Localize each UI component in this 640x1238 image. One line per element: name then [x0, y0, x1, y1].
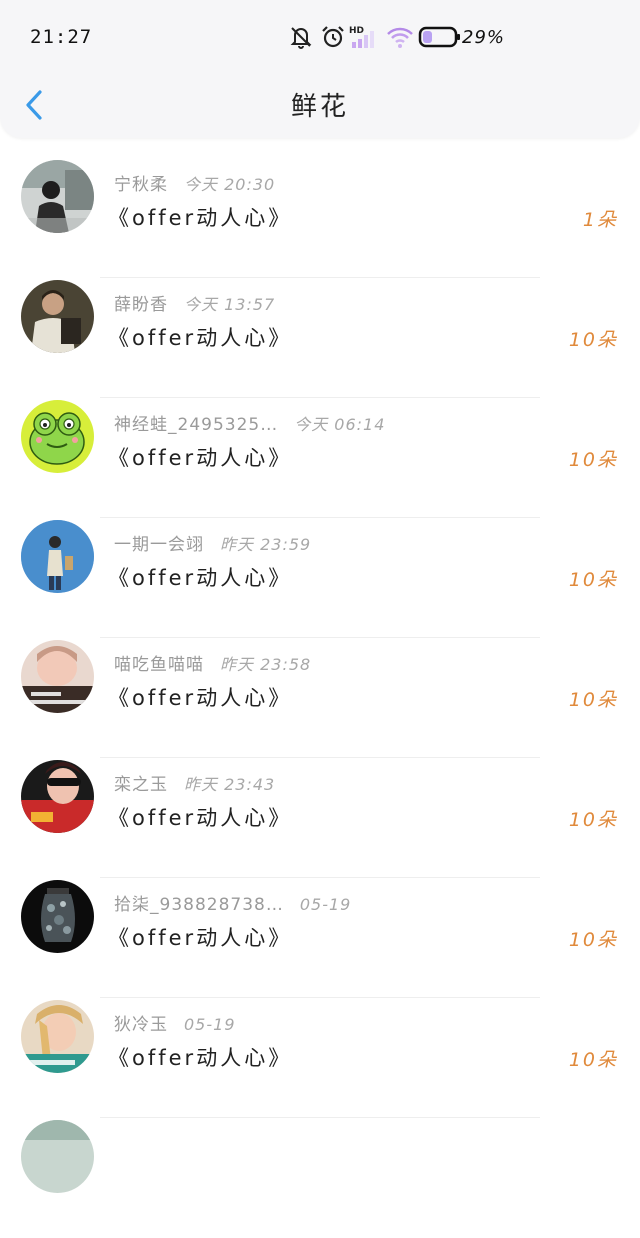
status-time: 21:27	[30, 26, 93, 48]
flower-count: 1朵	[582, 209, 618, 231]
gift-row[interactable]: 宁秋柔 今天 20:30 《offer动人心》 1朵	[0, 158, 640, 278]
gift-row[interactable]: 狄冷玉 05-19 《offer动人心》 10朵	[0, 998, 640, 1118]
sender-name: 拾柒_938828738…	[114, 895, 284, 915]
gift-time: 昨天 23:58	[220, 655, 312, 674]
gift-time: 昨天 23:43	[184, 775, 276, 794]
work-title: 《offer动人心》	[108, 1046, 293, 1070]
sender-name: 一期一会翊	[114, 535, 204, 555]
avatar[interactable]	[21, 640, 94, 713]
avatar[interactable]	[21, 160, 94, 233]
gift-meta: 宁秋柔 今天 20:30	[114, 170, 275, 195]
gift-time: 昨天 23:59	[220, 535, 312, 554]
gift-meta: 拾柒_938828738… 05-19	[114, 890, 351, 915]
gift-meta: 喵吃鱼喵喵 昨天 23:58	[114, 650, 311, 675]
flower-count: 10朵	[568, 1049, 618, 1071]
gift-row[interactable]: 神经蛙_2495325… 今天 06:14 《offer动人心》 10朵	[0, 398, 640, 518]
battery-icon	[418, 26, 460, 48]
avatar[interactable]	[21, 1000, 94, 1073]
sender-name: 栾之玉	[114, 775, 168, 795]
gift-time: 05-19	[184, 1015, 236, 1034]
sender-name: 薛盼香	[114, 295, 168, 315]
status-bar: 21:27 HD 29%	[0, 0, 640, 72]
avatar[interactable]	[21, 1120, 94, 1193]
bell-muted-icon	[290, 27, 312, 49]
flower-count: 10朵	[568, 929, 618, 951]
page-title: 鲜花	[290, 92, 349, 122]
battery-percent: 29%	[462, 27, 506, 48]
flower-count: 10朵	[568, 809, 618, 831]
work-title: 《offer动人心》	[108, 566, 293, 590]
gift-meta: 狄冷玉 05-19	[114, 1010, 236, 1035]
header: 21:27 HD 29% 鲜花	[0, 0, 640, 138]
avatar[interactable]	[21, 280, 94, 353]
work-title: 《offer动人心》	[108, 206, 293, 230]
avatar[interactable]	[21, 520, 94, 593]
gift-time: 05-19	[299, 895, 352, 914]
gift-row[interactable]: 一期一会翊 昨天 23:59 《offer动人心》 10朵	[0, 518, 640, 638]
gift-row[interactable]: 拾柒_938828738… 05-19 《offer动人心》 10朵	[0, 878, 640, 998]
gift-meta: 一期一会翊 昨天 23:59	[114, 530, 311, 555]
gift-meta: 栾之玉 昨天 23:43	[114, 770, 275, 795]
gift-time: 今天 20:30	[184, 175, 276, 194]
gift-list: 宁秋柔 今天 20:30 《offer动人心》 1朵 薛盼香 今天 13:57 《o…	[0, 158, 640, 1238]
gift-meta: 薛盼香 今天 13:57	[114, 290, 275, 315]
gift-row[interactable]: 薛盼香 今天 13:57 《offer动人心》 10朵	[0, 278, 640, 398]
flower-count: 10朵	[568, 689, 618, 711]
flower-count: 10朵	[568, 329, 618, 351]
work-title: 《offer动人心》	[108, 806, 293, 830]
gift-row[interactable]: 栾之玉 昨天 23:43 《offer动人心》 10朵	[0, 758, 640, 878]
sender-name: 神经蛙_2495325…	[114, 415, 279, 435]
signal-hd-label: HD	[349, 26, 364, 36]
avatar[interactable]	[21, 760, 94, 833]
wifi-icon	[387, 27, 413, 48]
avatar[interactable]	[21, 880, 94, 953]
work-title: 《offer动人心》	[108, 326, 293, 350]
avatar[interactable]	[21, 400, 94, 473]
gift-meta: 神经蛙_2495325… 今天 06:14	[114, 410, 385, 435]
gift-row[interactable]	[0, 1118, 640, 1238]
sender-name: 狄冷玉	[114, 1015, 168, 1035]
alarm-icon	[322, 26, 344, 48]
gift-time: 今天 13:57	[184, 295, 276, 314]
flower-count: 10朵	[568, 449, 618, 471]
sender-name: 宁秋柔	[114, 175, 168, 195]
work-title: 《offer动人心》	[108, 446, 293, 470]
sender-name: 喵吃鱼喵喵	[114, 655, 204, 675]
gift-time: 今天 06:14	[294, 415, 386, 434]
signal-icon: HD	[349, 26, 374, 48]
gift-row[interactable]: 喵吃鱼喵喵 昨天 23:58 《offer动人心》 10朵	[0, 638, 640, 758]
work-title: 《offer动人心》	[108, 926, 293, 950]
work-title: 《offer动人心》	[108, 686, 293, 710]
flower-count: 10朵	[568, 569, 618, 591]
